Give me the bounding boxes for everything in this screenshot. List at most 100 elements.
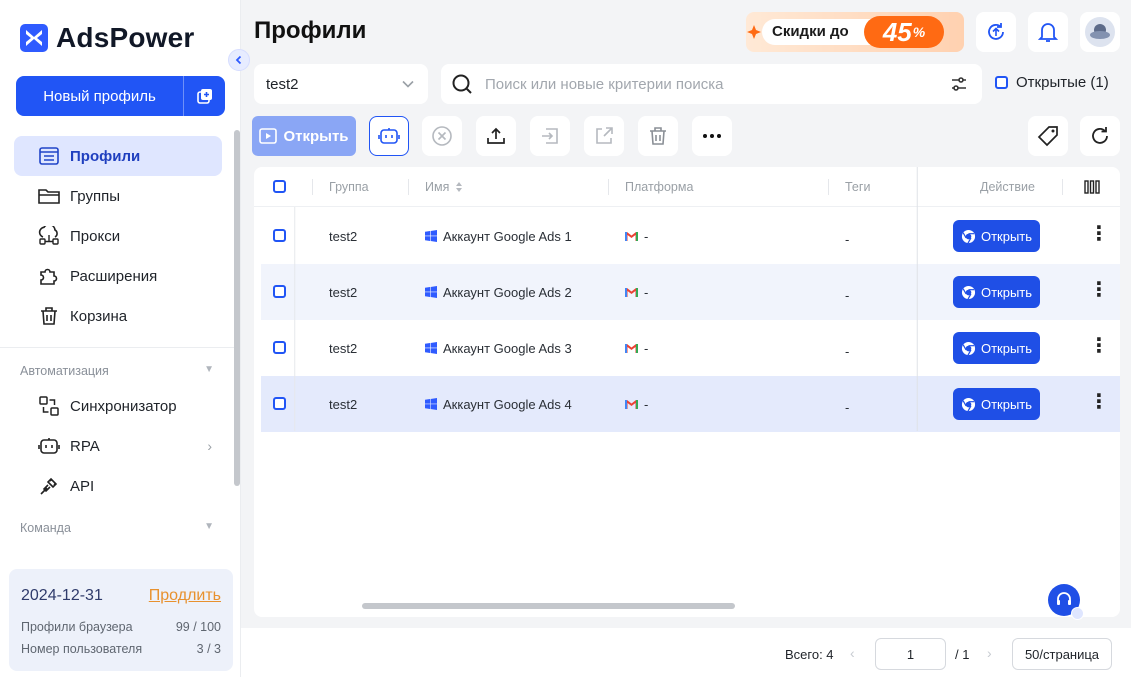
sparkle-icon (747, 25, 761, 39)
prev-page-icon[interactable]: ‹ (850, 645, 855, 661)
cell-group: test2 (329, 397, 358, 412)
column-separator (1062, 179, 1063, 195)
rpa-button[interactable] (369, 116, 409, 156)
sidebar-item-api[interactable]: API (14, 466, 222, 506)
page-count: / 1 (955, 647, 970, 662)
sidebar-item-synchronizer[interactable]: Синхронизатор (14, 386, 222, 426)
sidebar-item-profiles[interactable]: Профили (14, 136, 222, 176)
group-select[interactable]: test2 (254, 64, 428, 104)
new-profile-button[interactable]: Новый профиль (16, 76, 225, 116)
table-row[interactable]: test2 Аккаунт Google Ads 3 - - Открыть ⋮ (261, 320, 1120, 376)
proxy-icon (38, 225, 60, 247)
team-section-toggle[interactable]: Команда ▼ (20, 521, 214, 535)
notifications-button[interactable] (1028, 12, 1068, 52)
browser-window-icon (259, 128, 278, 144)
cell-platform-text: - (644, 397, 649, 412)
sidebar-item-extensions[interactable]: Расширения (14, 256, 222, 296)
sidebar-scrollbar[interactable] (234, 130, 240, 486)
table-row[interactable]: test2 Аккаунт Google Ads 1 - - Открыть ⋮ (261, 208, 1120, 264)
sidebar-item-label: Группы (70, 187, 120, 205)
search-icon (452, 74, 472, 94)
automation-section-toggle[interactable]: Автоматизация ▼ (20, 364, 214, 378)
column-header-platform[interactable]: Платформа (625, 180, 693, 194)
collapse-sidebar-button[interactable] (228, 49, 250, 71)
more-actions-button[interactable] (692, 116, 732, 156)
row-more-icon[interactable]: ⋮ (1089, 392, 1109, 412)
row-checkbox[interactable] (273, 397, 286, 410)
table-row[interactable]: test2 Аккаунт Google Ads 2 - - Открыть ⋮ (261, 264, 1120, 320)
open-profile-button[interactable]: Открыть (953, 332, 1040, 364)
cell-tags: - (845, 344, 850, 359)
caret-down-icon: ▼ (204, 364, 214, 375)
delete-button[interactable] (638, 116, 678, 156)
sidebar-item-proxy[interactable]: Прокси (14, 216, 222, 256)
search-bar (441, 64, 982, 104)
chrome-icon (961, 341, 976, 355)
column-separator (312, 179, 313, 195)
open-profile-button[interactable]: Открыть (953, 388, 1040, 420)
sidebar-item-groups[interactable]: Группы (14, 176, 222, 216)
gmail-icon (625, 288, 638, 297)
tag-icon (1037, 126, 1058, 147)
row-checkbox[interactable] (273, 341, 286, 354)
sidebar: AdsPower Новый профиль Профили Группы Пр… (0, 0, 250, 677)
cell-tags: - (845, 232, 850, 247)
column-header-group[interactable]: Группа (329, 180, 369, 194)
tags-button[interactable] (1028, 116, 1068, 156)
filter-settings-icon[interactable] (950, 75, 968, 93)
windows-icon (425, 230, 437, 242)
table-horizontal-scrollbar[interactable] (362, 603, 735, 609)
update-button[interactable] (976, 12, 1016, 52)
windows-icon (425, 398, 437, 410)
page-number-input[interactable]: 1 (875, 638, 946, 670)
puzzle-icon (38, 265, 60, 287)
open-profile-button[interactable]: Открыть (953, 276, 1040, 308)
sidebar-item-label: Корзина (70, 307, 128, 325)
move-group-button[interactable] (530, 116, 570, 156)
opened-checkbox[interactable] (995, 76, 1008, 89)
select-all-checkbox[interactable] (273, 180, 286, 193)
profiles-icon (38, 145, 60, 167)
cell-platform: - (625, 285, 648, 300)
sidebar-item-label: API (70, 477, 95, 495)
refresh-icon (1092, 127, 1108, 144)
search-input[interactable] (485, 75, 950, 93)
row-more-icon[interactable]: ⋮ (1089, 224, 1109, 244)
next-page-icon[interactable]: › (987, 645, 992, 661)
refresh-button[interactable] (1080, 116, 1120, 156)
share-button[interactable] (584, 116, 624, 156)
sidebar-item-label: Прокси (70, 227, 121, 245)
promo-banner[interactable]: Скидки до 45% (746, 12, 964, 52)
cell-platform-text: - (644, 229, 649, 244)
page-size-select[interactable]: 50/страница (1012, 638, 1112, 670)
app-logo[interactable]: AdsPower (20, 22, 195, 54)
batch-create-button[interactable] (184, 76, 225, 116)
renew-link[interactable]: Продлить (149, 587, 221, 605)
opened-filter[interactable]: Открытые (1) (995, 74, 1109, 91)
cell-platform-text: - (644, 285, 649, 300)
sidebar-item-trash[interactable]: Корзина (14, 296, 222, 336)
column-header-tags[interactable]: Теги (845, 180, 870, 194)
row-checkbox[interactable] (273, 285, 286, 298)
avatar[interactable] (1080, 12, 1120, 52)
chevron-down-icon (402, 80, 414, 88)
new-profile-label[interactable]: Новый профиль (16, 76, 184, 116)
column-settings-icon[interactable] (1084, 180, 1100, 194)
column-header-name[interactable]: Имя (425, 180, 463, 194)
open-selected-button[interactable]: Открыть (252, 116, 356, 156)
column-separator (828, 179, 829, 195)
row-more-icon[interactable]: ⋮ (1089, 280, 1109, 300)
adspower-logo-icon (20, 24, 48, 52)
api-plug-icon (38, 475, 60, 497)
table-row[interactable]: test2 Аккаунт Google Ads 4 - - Открыть ⋮ (261, 376, 1120, 432)
sidebar-item-label: RPA (70, 437, 100, 455)
cell-name-text: Аккаунт Google Ads 1 (443, 229, 572, 244)
row-checkbox[interactable] (273, 229, 286, 242)
close-selected-button[interactable] (422, 116, 462, 156)
open-profile-button[interactable]: Открыть (953, 220, 1040, 252)
row-more-icon[interactable]: ⋮ (1089, 336, 1109, 356)
export-button[interactable] (476, 116, 516, 156)
support-chat-button[interactable] (1048, 584, 1084, 620)
gmail-icon (625, 400, 638, 409)
sidebar-item-rpa[interactable]: RPA › (14, 426, 222, 466)
